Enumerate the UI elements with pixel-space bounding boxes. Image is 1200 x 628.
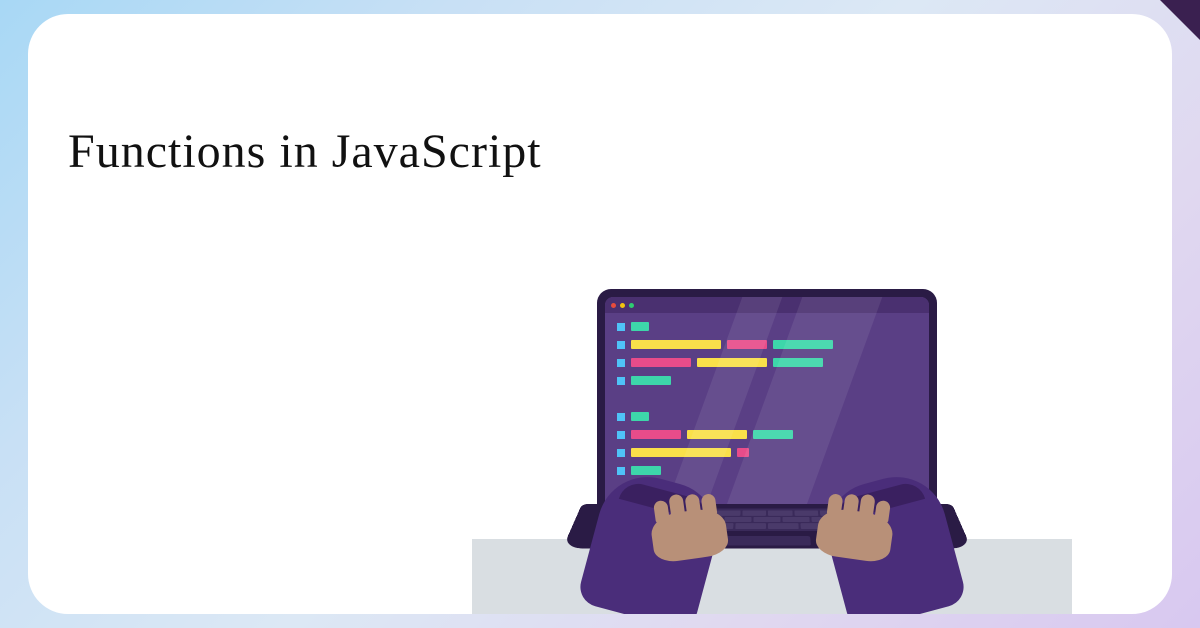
line-bullet-icon <box>617 359 625 367</box>
code-token <box>631 412 649 421</box>
line-bullet-icon <box>617 323 625 331</box>
trackpad <box>723 536 811 545</box>
close-dot-icon <box>611 303 616 308</box>
laptop-illustration <box>512 234 1032 614</box>
page-title: Functions in JavaScript <box>68 124 542 179</box>
line-bullet-icon <box>617 413 625 421</box>
code-token <box>631 322 649 331</box>
desk-surface <box>472 539 1072 614</box>
maximize-dot-icon <box>629 303 634 308</box>
line-bullet-icon <box>617 431 625 439</box>
code-token <box>631 376 671 385</box>
code-token <box>631 430 681 439</box>
code-line <box>617 357 917 368</box>
code-line <box>617 339 917 350</box>
title-card: Functions in JavaScript <box>28 14 1172 614</box>
code-token <box>631 466 661 475</box>
minimize-dot-icon <box>620 303 625 308</box>
code-line <box>617 375 917 386</box>
code-token <box>631 340 721 349</box>
line-bullet-icon <box>617 449 625 457</box>
code-token <box>631 358 691 367</box>
line-bullet-icon <box>617 377 625 385</box>
line-bullet-icon <box>617 341 625 349</box>
line-bullet-icon <box>617 467 625 475</box>
